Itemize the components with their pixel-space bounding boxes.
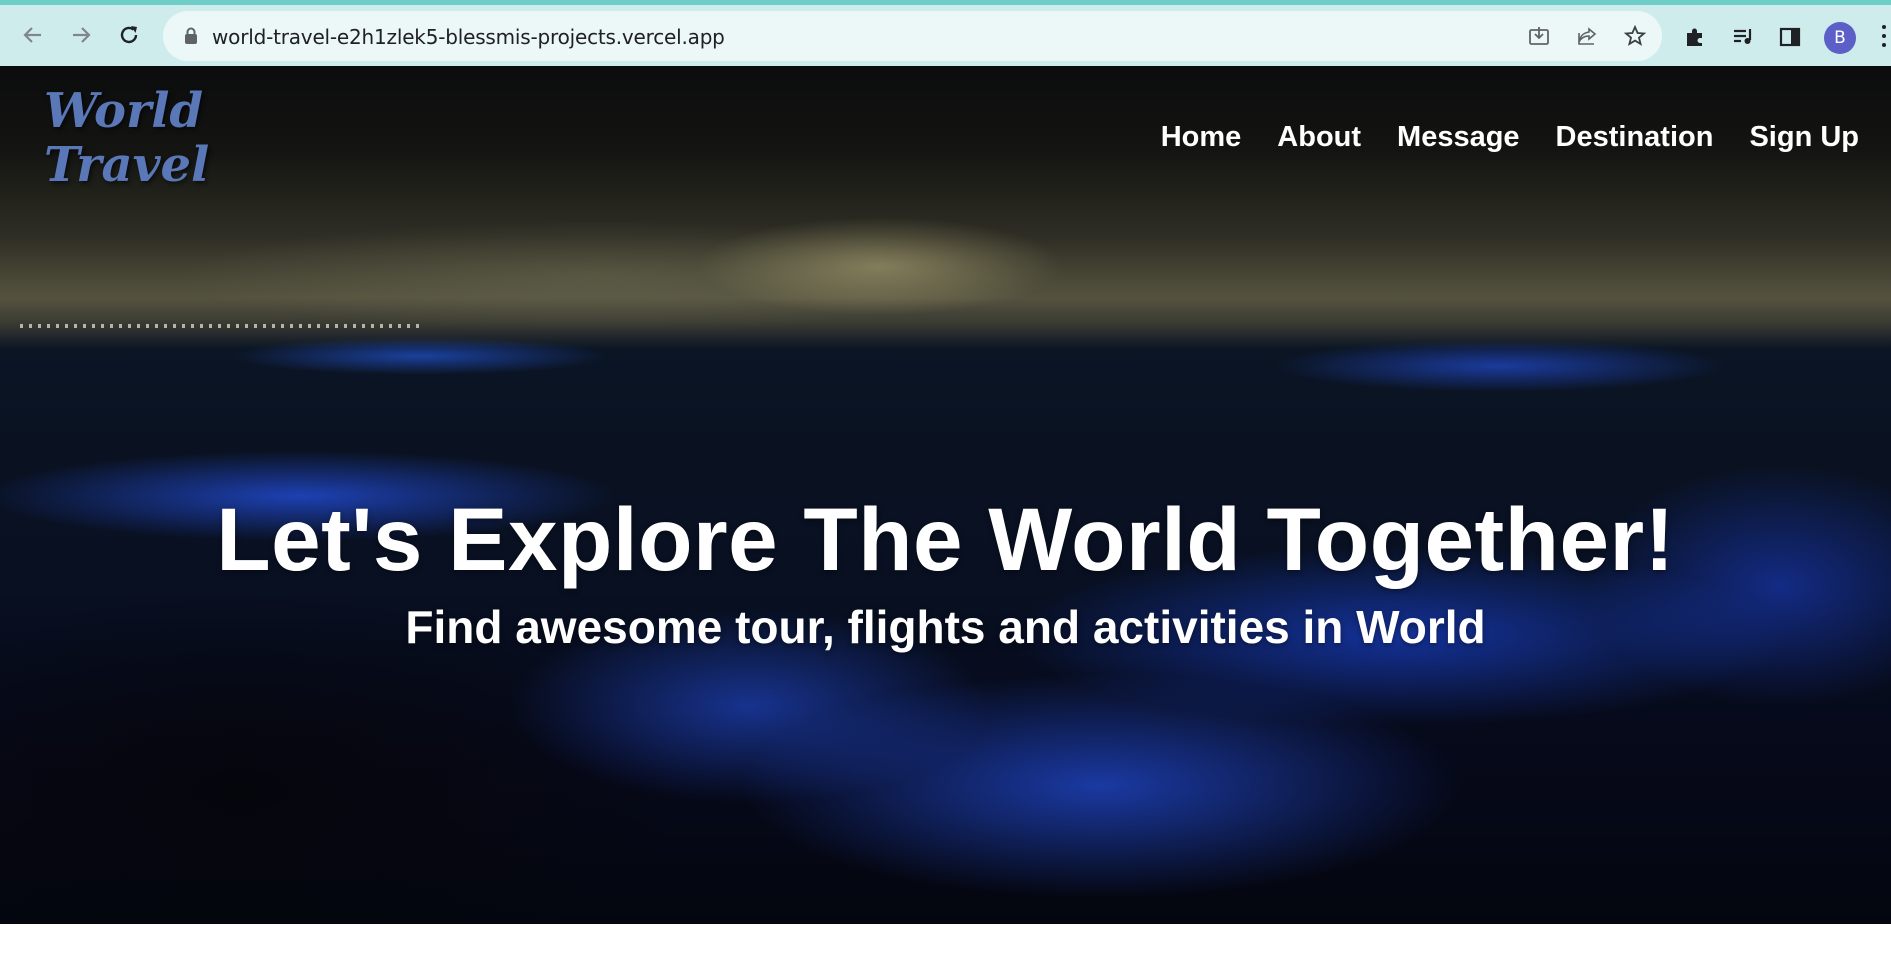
hero-title: Let's Explore The World Together! <box>216 489 1675 589</box>
city-lights <box>20 324 420 328</box>
hero-subtitle: Find awesome tour, flights and activitie… <box>405 601 1486 653</box>
nav-about-link[interactable]: About <box>1277 121 1361 154</box>
nav-message-link[interactable]: Message <box>1397 121 1520 154</box>
reload-button[interactable] <box>112 18 146 52</box>
star-icon[interactable] <box>1622 23 1648 49</box>
forward-button[interactable] <box>64 18 98 52</box>
side-panel-icon[interactable] <box>1776 23 1804 51</box>
nav-signup-link[interactable]: Sign Up <box>1749 121 1859 154</box>
site-navigation: Home About Message Destination Sign Up <box>1161 121 1859 154</box>
url-text[interactable]: world-travel-e2h1zlek5-blessmis-projects… <box>212 25 725 49</box>
lock-icon <box>185 27 197 44</box>
nav-home-link[interactable]: Home <box>1161 121 1242 154</box>
site-logo[interactable]: World Travel <box>44 83 210 193</box>
logo-line-2: Travel <box>44 137 210 193</box>
logo-line-1: World <box>44 83 204 139</box>
profile-avatar[interactable]: B <box>1824 22 1856 54</box>
browser-toolbar: world-travel-e2h1zlek5-blessmis-projects… <box>0 0 1891 66</box>
puzzle-icon[interactable] <box>1681 23 1709 51</box>
media-queue-icon[interactable] <box>1729 23 1757 51</box>
nav-destination-link[interactable]: Destination <box>1556 121 1714 154</box>
forward-arrow-icon <box>73 27 91 43</box>
reload-icon <box>120 26 138 44</box>
back-arrow-icon <box>23 27 41 43</box>
kebab-menu-icon[interactable] <box>1879 25 1891 51</box>
back-button[interactable] <box>16 18 50 52</box>
page-below-hero <box>0 924 1891 958</box>
address-bar[interactable]: world-travel-e2h1zlek5-blessmis-projects… <box>163 11 1662 61</box>
install-app-icon[interactable] <box>1526 23 1552 49</box>
share-icon[interactable] <box>1574 23 1600 49</box>
